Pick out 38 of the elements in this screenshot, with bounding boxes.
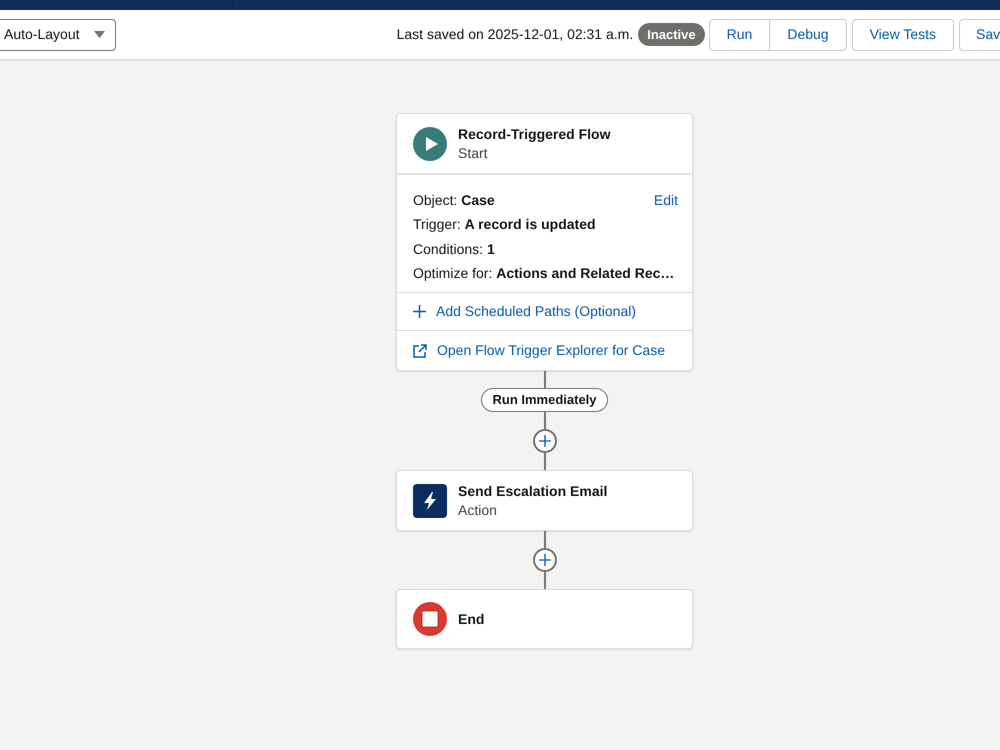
caret-icon (94, 31, 105, 38)
add-scheduled-paths-link[interactable]: Add Scheduled Paths (Optional) (413, 301, 636, 322)
connector-line (544, 453, 546, 470)
trigger-detail-text: Conditions: 1 (413, 240, 495, 259)
node-type-label: Action (458, 500, 498, 520)
end-node-card[interactable]: End (396, 589, 693, 649)
trigger-detail-text: Trigger: A record is updated (413, 215, 596, 234)
last-saved-text: Last saved on 2025-12-01, 02:31 a.m. (396, 25, 634, 44)
trigger-detail-text: Optimize for: Actions and Related Rec… (413, 264, 674, 284)
start-node-card[interactable]: Record-Triggered Flow Start Object: Case Edit Trigger: A record is updated Conditions: 1 Optimize for: Actions and Related Rec… Add Scheduled Paths (Optional) Open Flow Trigger Explorer for Case (396, 113, 693, 371)
lightning-icon (413, 484, 447, 518)
add-element-button[interactable] (532, 429, 556, 453)
stop-icon (413, 602, 447, 636)
connector-line (544, 371, 546, 388)
connector-line (544, 412, 546, 429)
play-icon (413, 126, 447, 160)
toolbar-button[interactable]: Run (708, 18, 770, 50)
trigger-detail-text: Object: Case (413, 190, 495, 210)
layout-dropdown[interactable]: Auto-Layout (0, 18, 116, 50)
toolbar-button[interactable]: Debug (770, 18, 847, 50)
connector-line (544, 572, 546, 589)
toolbar-button[interactable]: View Tests (852, 18, 954, 50)
node-type-label: Start (458, 144, 489, 162)
status-badge: Inactive (638, 23, 705, 46)
node-title: End (458, 610, 484, 628)
path-label-pill: Run Immediately (481, 388, 608, 412)
node-title: Send Escalation Email (458, 482, 608, 500)
add-element-button[interactable] (532, 548, 556, 572)
node-title: Record-Triggered Flow (458, 124, 610, 144)
plus-icon (538, 554, 550, 566)
action-node-card[interactable]: Send Escalation Email Action (396, 470, 693, 531)
external-link-icon (413, 344, 427, 358)
open-explorer-link[interactable]: Open Flow Trigger Explorer for Case (413, 340, 665, 361)
plus-icon (413, 305, 426, 318)
edit-link[interactable]: Edit (654, 190, 678, 211)
plus-icon (538, 435, 550, 447)
connector-line (544, 531, 546, 548)
toolbar-button[interactable]: Sav (959, 18, 1000, 50)
